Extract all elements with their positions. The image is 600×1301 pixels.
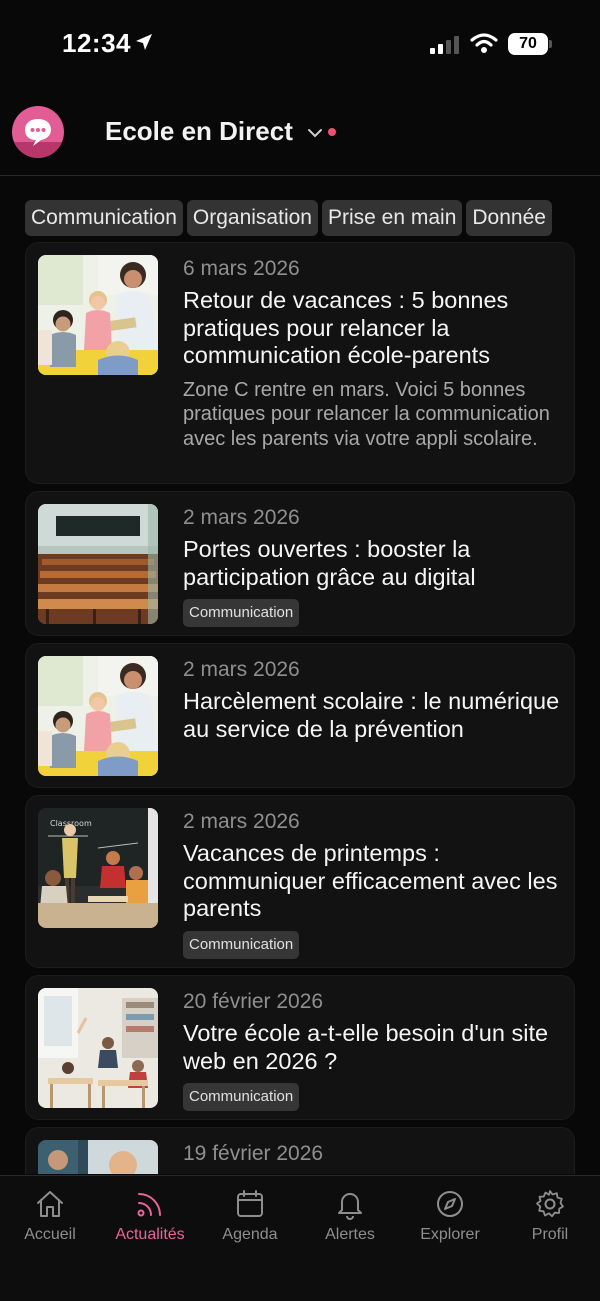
chip-prise-en-main[interactable]: Prise en main bbox=[321, 200, 463, 236]
article-date: 20 février 2026 bbox=[183, 990, 324, 1013]
battery-level: 70 bbox=[519, 35, 537, 52]
tab-label: Profil bbox=[531, 1226, 569, 1243]
article-date: 2 mars 2026 bbox=[183, 658, 300, 681]
article-content: 2 mars 2026 Harcèlement scolaire : le nu… bbox=[183, 658, 568, 743]
article-card[interactable]: 2 mars 2026 Portes ouvertes : booster la… bbox=[25, 491, 575, 636]
rss-feed-icon bbox=[137, 1193, 161, 1217]
chip-communication[interactable]: Communication bbox=[25, 200, 183, 236]
article-date: 19 février 2026 bbox=[183, 1142, 324, 1165]
tab-agenda[interactable]: Agenda bbox=[200, 1188, 300, 1244]
article-thumbnail: Classroom bbox=[38, 808, 158, 928]
article-card[interactable]: Classroom 2 mars 2026 Vacances de printe… bbox=[25, 795, 575, 968]
compass-icon bbox=[437, 1191, 463, 1217]
article-date: 2 mars 2026 bbox=[183, 810, 300, 833]
article-title: Harcèlement scolaire : le numérique au s… bbox=[183, 688, 560, 742]
article-thumbnail bbox=[38, 255, 158, 375]
article-tag: Communication bbox=[183, 1083, 300, 1111]
article-title: Votre école a-t-elle besoin d'un site we… bbox=[183, 1020, 549, 1074]
calendar-icon bbox=[237, 1190, 263, 1217]
tab-label: Explorer bbox=[420, 1226, 480, 1243]
cellular-signal-icon bbox=[430, 34, 460, 59]
article-card[interactable]: 20 février 2026 Votre école a-t-elle bes… bbox=[25, 975, 575, 1120]
article-title: Vacances de printemps : communiquer effi… bbox=[183, 840, 558, 921]
chat-bubble-icon bbox=[12, 119, 64, 158]
article-description: Zone C rentre en mars. Voici 5 bonnes pr… bbox=[183, 378, 550, 450]
chip-donnee[interactable]: Donnée bbox=[466, 200, 552, 236]
article-thumbnail bbox=[38, 988, 158, 1108]
article-content: 2 mars 2026 Vacances de printemps : comm… bbox=[183, 810, 568, 959]
article-card[interactable]: 6 mars 2026 Retour de vacances : 5 bonne… bbox=[25, 242, 575, 484]
article-content: 2 mars 2026 Portes ouvertes : booster la… bbox=[183, 506, 568, 627]
bottom-tab-bar: Accueil Actualités Agenda Alertes Explor… bbox=[0, 1175, 600, 1301]
article-thumbnail bbox=[38, 1140, 158, 1174]
article-thumbnail bbox=[38, 504, 158, 624]
tab-explorer[interactable]: Explorer bbox=[400, 1188, 500, 1244]
status-bar: 12:34 70 bbox=[0, 0, 600, 90]
article-date: 6 mars 2026 bbox=[183, 257, 300, 280]
article-card[interactable]: 2 mars 2026 Harcèlement scolaire : le nu… bbox=[25, 643, 575, 788]
wifi-icon bbox=[470, 32, 498, 59]
article-card[interactable]: 19 février 2026 bbox=[25, 1127, 575, 1174]
article-content: 20 février 2026 Votre école a-t-elle bes… bbox=[183, 990, 568, 1111]
app-logo[interactable] bbox=[12, 106, 64, 158]
location-arrow-icon bbox=[134, 32, 154, 57]
article-title: Retour de vacances : 5 bonnes pratiques … bbox=[183, 287, 509, 368]
article-content: 6 mars 2026 Retour de vacances : 5 bonne… bbox=[183, 257, 568, 451]
chevron-down-icon[interactable] bbox=[307, 126, 323, 144]
status-time: 12:34 bbox=[62, 28, 131, 58]
bell-icon bbox=[338, 1193, 362, 1220]
article-tag: Communication bbox=[183, 599, 300, 627]
battery-cap bbox=[549, 40, 552, 48]
tab-label: Actualités bbox=[115, 1226, 185, 1243]
article-date: 2 mars 2026 bbox=[183, 506, 300, 529]
chip-organisation[interactable]: Organisation bbox=[186, 200, 318, 236]
tab-accueil[interactable]: Accueil bbox=[0, 1188, 100, 1244]
battery-icon: 70 bbox=[508, 33, 548, 55]
tab-label: Agenda bbox=[222, 1226, 278, 1243]
article-list: 6 mars 2026 Retour de vacances : 5 bonne… bbox=[0, 242, 600, 1174]
tab-actualites[interactable]: Actualités bbox=[100, 1188, 200, 1244]
tab-label: Accueil bbox=[24, 1226, 76, 1243]
home-icon bbox=[37, 1191, 63, 1217]
article-tag: Communication bbox=[183, 930, 300, 959]
gear-icon bbox=[536, 1190, 564, 1218]
article-title: Portes ouvertes : booster la participati… bbox=[183, 536, 476, 590]
tab-alertes[interactable]: Alertes bbox=[300, 1188, 400, 1244]
article-content: 19 février 2026 bbox=[183, 1142, 568, 1172]
app-header: Ecole en Direct bbox=[0, 96, 600, 176]
category-filter-bar: Communication Organisation Prise en main Do… bbox=[25, 200, 600, 238]
school-selector-title[interactable]: Ecole en Direct bbox=[105, 116, 293, 147]
tab-label: Alertes bbox=[325, 1226, 375, 1243]
tab-profil[interactable]: Profil bbox=[500, 1188, 600, 1244]
article-thumbnail bbox=[38, 656, 158, 776]
notification-dot bbox=[328, 128, 336, 136]
